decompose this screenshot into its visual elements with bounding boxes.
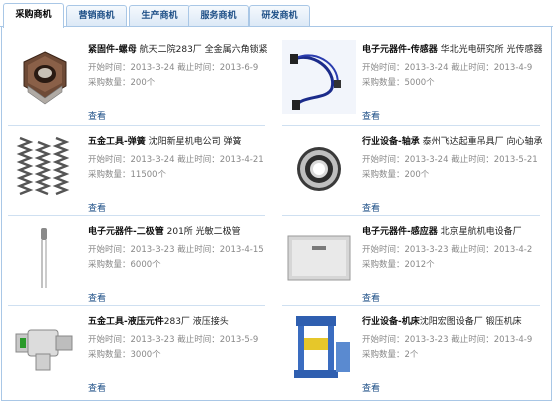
optical-sensor-icon[interactable] — [282, 40, 356, 114]
item-quantity: 采购数量：5000个 — [362, 78, 435, 88]
tab-marketing[interactable]: 营销商机 — [66, 5, 127, 27]
item-quantity: 采购数量：2012个 — [362, 260, 435, 270]
list-item: 五金工具-弹簧 沈阳新星机电公司 弹簧 开始时间：2013-3-24 截止时间：… — [8, 132, 273, 222]
list-item: 五金工具-液压元件283厂 液压接头 开始时间：2013-3-23 截止时间：2… — [8, 312, 273, 402]
view-link[interactable]: 查看 — [362, 109, 380, 122]
view-link[interactable]: 查看 — [88, 381, 106, 394]
list-item: 电子元器件-感应器 北京星航机电设备厂 开始时间：2013-3-23 截止时间：… — [282, 222, 547, 312]
tab-procurement[interactable]: 采购商机 — [3, 3, 64, 28]
item-title[interactable]: 行业设备-轴承 泰州飞达起重吊具厂 向心轴承 — [362, 134, 542, 147]
item-quantity: 采购数量：3000个 — [88, 350, 161, 360]
item-quantity: 采购数量：200个 — [88, 78, 156, 88]
diode-icon[interactable] — [8, 222, 82, 296]
item-title[interactable]: 紧固件-螺母 航天二院283厂 全金属六角锁紧 — [88, 42, 268, 55]
item-dates: 开始时间：2013-3-24 截止时间：2013-4-9 — [362, 63, 533, 73]
item-dates: 开始时间：2013-3-24 截止时间：2013-6-9 — [88, 63, 259, 73]
item-quantity: 采购数量：6000个 — [88, 260, 161, 270]
item-title[interactable]: 电子元器件-感应器 北京星航机电设备厂 — [362, 224, 522, 237]
tab-service[interactable]: 服务商机 — [188, 5, 249, 27]
list-item: 紧固件-螺母 航天二院283厂 全金属六角锁紧 开始时间：2013-3-24 截… — [8, 40, 273, 130]
view-link[interactable]: 查看 — [88, 291, 106, 304]
tab-research[interactable]: 研发商机 — [249, 5, 310, 27]
tab-production[interactable]: 生产商机 — [129, 5, 190, 27]
list-item: 行业设备-轴承 泰州飞达起重吊具厂 向心轴承 开始时间：2013-3-24 截止… — [282, 132, 547, 222]
induction-sensor-icon[interactable] — [282, 222, 356, 296]
item-quantity: 采购数量：2个 — [362, 350, 419, 360]
item-dates: 开始时间：2013-3-24 截止时间：2013-4-21 — [88, 155, 264, 165]
view-link[interactable]: 查看 — [88, 109, 106, 122]
item-quantity: 采购数量：11500个 — [88, 170, 167, 180]
view-link[interactable]: 查看 — [362, 381, 380, 394]
springs-icon[interactable] — [8, 132, 82, 206]
press-machine-icon[interactable] — [282, 312, 356, 386]
item-dates: 开始时间：2013-3-24 截止时间：2013-5-21 — [362, 155, 538, 165]
view-link[interactable]: 查看 — [362, 291, 380, 304]
item-title[interactable]: 电子元器件-二极管 201所 光敏二极管 — [88, 224, 241, 237]
hydraulic-fitting-icon[interactable] — [8, 312, 82, 386]
list-item: 电子元器件-传感器 华北光电研究所 光传感器 开始时间：2013-3-24 截止… — [282, 40, 547, 130]
view-link[interactable]: 查看 — [362, 201, 380, 214]
item-dates: 开始时间：2013-3-23 截止时间：2013-5-9 — [88, 335, 259, 345]
item-dates: 开始时间：2013-3-23 截止时间：2013-4-2 — [362, 245, 533, 255]
hex-nut-icon[interactable] — [8, 40, 82, 114]
item-title[interactable]: 行业设备-机床沈阳宏图设备厂 锻压机床 — [362, 314, 522, 327]
item-dates: 开始时间：2013-3-23 截止时间：2013-4-9 — [362, 335, 533, 345]
list-item: 行业设备-机床沈阳宏图设备厂 锻压机床 开始时间：2013-3-23 截止时间：… — [282, 312, 547, 402]
item-title[interactable]: 五金工具-弹簧 沈阳新星机电公司 弹簧 — [88, 134, 241, 147]
view-link[interactable]: 查看 — [88, 201, 106, 214]
item-quantity: 采购数量：200个 — [362, 170, 430, 180]
bearing-icon[interactable] — [282, 132, 356, 206]
tab-bar: 采购商机 营销商机 生产商机 服务商机 研发商机 — [0, 0, 553, 28]
item-title[interactable]: 五金工具-液压元件283厂 液压接头 — [88, 314, 229, 327]
item-title[interactable]: 电子元器件-传感器 华北光电研究所 光传感器 — [362, 42, 542, 55]
list-item: 电子元器件-二极管 201所 光敏二极管 开始时间：2013-3-23 截止时间… — [8, 222, 273, 312]
item-dates: 开始时间：2013-3-23 截止时间：2013-4-15 — [88, 245, 264, 255]
